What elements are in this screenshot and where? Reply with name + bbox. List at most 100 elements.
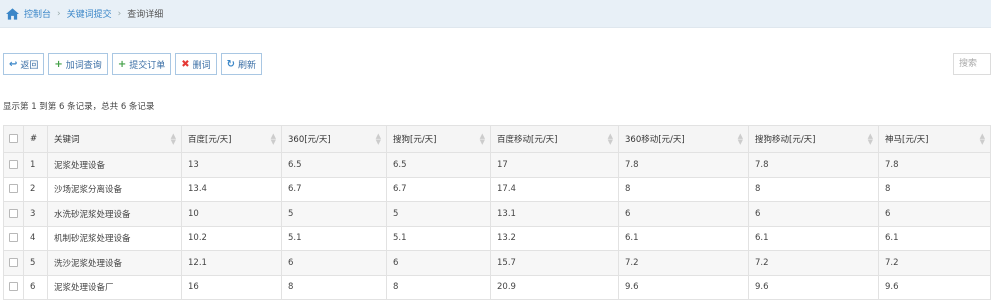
cell-sogou: 6.7	[386, 176, 491, 202]
back-button[interactable]: ↩ 返回	[3, 53, 45, 75]
cell-360: 8	[281, 274, 387, 300]
submit-order-label: 提交订单	[129, 60, 166, 71]
row-checkbox[interactable]	[9, 282, 18, 292]
cell-360: 5	[281, 201, 387, 227]
cell-baidu: 16	[181, 274, 282, 300]
add-query-button[interactable]: + 加词查询	[48, 53, 108, 75]
cell-baidu: 10	[181, 201, 282, 227]
cell-baidu: 13	[181, 152, 282, 178]
cell-shenma: 9.6	[878, 274, 991, 300]
breadcrumb-keyword-submit[interactable]: 关键词提交	[67, 7, 112, 20]
column-header-shenma[interactable]: 神马[元/天] ▲ ▼	[878, 125, 991, 153]
close-icon: ✖	[181, 58, 190, 70]
column-header-baidu[interactable]: 百度[元/天] ▲ ▼	[181, 125, 282, 153]
column-header-keyword[interactable]: 关键词 ▲ ▼	[47, 125, 182, 153]
breadcrumb-console[interactable]: 控制台	[24, 7, 51, 20]
refresh-label: 刷新	[238, 60, 257, 71]
cell-shenma: 7.8	[878, 152, 991, 178]
cell-sogou-mobile: 6	[748, 201, 879, 227]
cell-shenma: 6.1	[878, 225, 991, 251]
cell-keyword: 沙场泥浆分离设备	[47, 176, 182, 202]
cell-index: 6	[23, 274, 48, 300]
cell-360-mobile: 6	[618, 201, 749, 227]
column-header-360-mobile[interactable]: 360移动[元/天] ▲ ▼	[618, 125, 749, 153]
cell-shenma: 8	[878, 176, 991, 202]
cell-360-mobile: 7.8	[618, 152, 749, 178]
cell-sogou: 8	[386, 274, 491, 300]
cell-keyword: 泥浆处理设备	[47, 152, 182, 178]
select-all-cell	[3, 125, 24, 153]
sort-icon: ▲ ▼	[170, 132, 176, 146]
refresh-button[interactable]: ↻ 刷新	[220, 53, 263, 75]
row-checkbox[interactable]	[9, 233, 18, 243]
column-header-index: #	[23, 125, 48, 153]
row-select-cell	[3, 274, 24, 300]
sort-icon: ▲ ▼	[479, 132, 485, 146]
cell-index: 2	[23, 176, 48, 202]
plus-icon: +	[117, 58, 127, 70]
cell-baidu: 12.1	[181, 250, 282, 276]
column-header-baidu-mobile[interactable]: 百度移动[元/天] ▲ ▼	[490, 125, 619, 153]
submit-order-button[interactable]: + 提交订单	[111, 53, 172, 75]
row-checkbox[interactable]	[9, 208, 18, 218]
home-icon[interactable]	[6, 7, 19, 20]
chevron-right-icon: ›	[57, 8, 61, 19]
chevron-right-icon: ›	[117, 8, 122, 19]
breadcrumb-query-detail: 查询详细	[127, 10, 164, 20]
cell-sogou: 6	[386, 250, 491, 276]
delete-button[interactable]: ✖ 删词	[175, 53, 217, 75]
reply-icon: ↩	[9, 58, 18, 70]
sort-icon: ▲ ▼	[270, 132, 276, 146]
cell-sogou-mobile: 7.2	[748, 250, 879, 276]
search-input[interactable]	[953, 53, 991, 75]
cell-shenma: 7.2	[878, 250, 991, 276]
table-header-row: # 关键词 ▲ ▼ 百度[元/天] ▲ ▼ 360[元/天] ▲ ▼ 搜狗[元/天] ▲ ▼ 百…	[3, 125, 991, 153]
pagination-summary: 显示第 1 到第 6 条记录，总共 6 条记录	[3, 102, 155, 112]
table-row[interactable]: 3 水洗砂泥浆处理设备 10 5 5 13.1 6 6 6	[3, 201, 991, 227]
cell-sogou: 5.1	[386, 225, 491, 251]
cell-baidu-mobile: 13.2	[490, 225, 619, 251]
row-checkbox[interactable]	[9, 159, 18, 169]
row-checkbox[interactable]	[9, 184, 18, 194]
row-select-cell	[3, 201, 24, 227]
cell-baidu-mobile: 13.1	[490, 201, 619, 227]
breadcrumb-bar: 控制台 › 关键词提交 › 查询详细	[0, 0, 991, 28]
table-row[interactable]: 2 沙场泥浆分离设备 13.4 6.7 6.7 17.4 8 8 8	[3, 176, 991, 202]
cell-baidu: 13.4	[181, 176, 282, 202]
back-button-label: 返回	[20, 60, 39, 71]
select-all-checkbox[interactable]	[9, 134, 18, 143]
table-row[interactable]: 6 泥浆处理设备厂 16 8 8 20.9 9.6 9.6 9.6	[3, 274, 991, 300]
cell-baidu-mobile: 20.9	[490, 274, 619, 300]
cell-360: 6.5	[281, 152, 387, 178]
cell-keyword: 泥浆处理设备厂	[47, 274, 182, 300]
cell-sogou-mobile: 9.6	[748, 274, 879, 300]
cell-index: 1	[23, 152, 48, 178]
cell-baidu-mobile: 17	[490, 152, 619, 178]
cell-sogou-mobile: 8	[748, 176, 879, 202]
table-row[interactable]: 1 泥浆处理设备 13 6.5 6.5 17 7.8 7.8 7.8	[3, 152, 991, 178]
add-query-label: 加词查询	[65, 60, 102, 71]
keyword-price-table: # 关键词 ▲ ▼ 百度[元/天] ▲ ▼ 360[元/天] ▲ ▼ 搜狗[元/天] ▲ ▼ 百…	[3, 125, 991, 300]
column-header-sogou[interactable]: 搜狗[元/天] ▲ ▼	[386, 125, 491, 153]
row-checkbox[interactable]	[9, 257, 18, 267]
row-select-cell	[3, 225, 24, 251]
table-row[interactable]: 5 洗沙泥浆处理设备 12.1 6 6 15.7 7.2 7.2 7.2	[3, 250, 991, 276]
cell-360: 5.1	[281, 225, 387, 251]
cell-index: 3	[23, 201, 48, 227]
cell-360: 6	[281, 250, 387, 276]
cell-index: 4	[23, 225, 48, 251]
cell-sogou-mobile: 6.1	[748, 225, 879, 251]
cell-index: 5	[23, 250, 48, 276]
cell-baidu: 10.2	[181, 225, 282, 251]
cell-360: 6.7	[281, 176, 387, 202]
cell-keyword: 机制砂泥浆处理设备	[47, 225, 182, 251]
column-header-sogou-mobile[interactable]: 搜狗移动[元/天] ▲ ▼	[748, 125, 879, 153]
refresh-icon: ↻	[226, 58, 236, 70]
column-header-360[interactable]: 360[元/天] ▲ ▼	[281, 125, 387, 153]
cell-keyword: 洗沙泥浆处理设备	[47, 250, 182, 276]
row-select-cell	[3, 250, 24, 276]
table-row[interactable]: 4 机制砂泥浆处理设备 10.2 5.1 5.1 13.2 6.1 6.1 6.…	[3, 225, 991, 251]
delete-label: 删词	[192, 60, 211, 71]
sort-icon: ▲ ▼	[607, 132, 613, 146]
cell-360-mobile: 6.1	[618, 225, 749, 251]
